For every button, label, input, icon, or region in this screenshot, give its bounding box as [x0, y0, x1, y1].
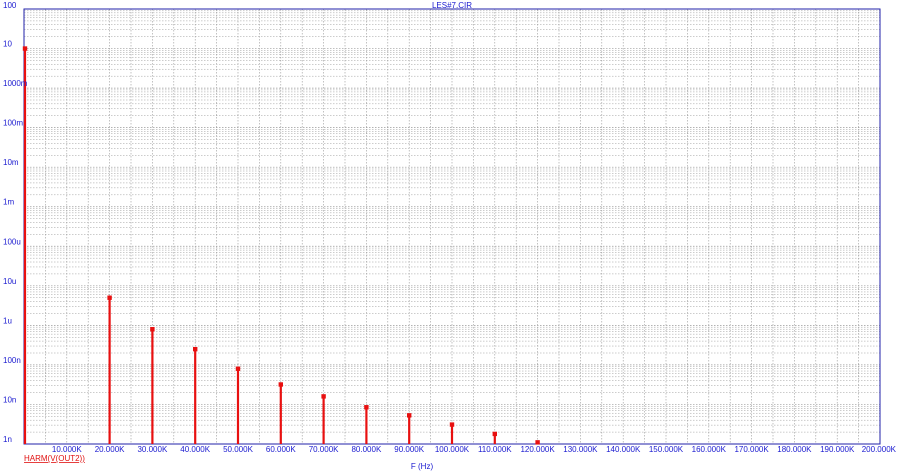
x-tick-label: 160.000K: [692, 445, 727, 454]
legend-series-label[interactable]: HARM(V(OUT2)): [24, 454, 85, 463]
y-tick-label: 1000m: [3, 79, 28, 88]
harmonic-point: [278, 382, 283, 387]
y-tick-label: 10: [3, 40, 12, 49]
x-axis-label: F (Hz): [411, 462, 434, 471]
x-tick-label: 10.000K: [52, 445, 82, 454]
y-tick-label: 100: [3, 1, 17, 10]
x-tick-label: 120.000K: [520, 445, 555, 454]
x-tick-label: 190.000K: [820, 445, 855, 454]
x-tick-label: 130.000K: [563, 445, 598, 454]
harmonic-plot: 100 10 1000m 100m 10m 1m 100u 10u 1u 100n 10n 1n 10…: [3, 1, 897, 471]
y-tick-label: 10m: [3, 158, 19, 167]
x-tick-label: 40.000K: [180, 445, 210, 454]
x-tick-label: 50.000K: [223, 445, 253, 454]
y-tick-label: 1n: [3, 435, 12, 444]
harmonic-point: [535, 440, 540, 445]
y-tick-label: 1m: [3, 198, 14, 207]
y-tick-label: 100u: [3, 237, 21, 246]
x-tick-label: 150.000K: [649, 445, 684, 454]
x-tick-label: 200.000K: [862, 445, 897, 454]
y-tick-label: 100n: [3, 356, 21, 365]
y-tick-label: 100m: [3, 119, 23, 128]
harmonic-point: [150, 326, 155, 332]
x-tick-label: 30.000K: [137, 445, 167, 454]
y-tick-label: 1u: [3, 316, 12, 325]
chart-title: LES#7.CIR: [432, 1, 472, 10]
x-tick-label: 70.000K: [309, 445, 339, 454]
harmonic-point: [364, 405, 369, 410]
harmonic-point: [235, 366, 241, 371]
harmonic-point: [193, 346, 198, 352]
harmonic-point: [321, 394, 326, 399]
x-tick-label: 180.000K: [777, 445, 812, 454]
x-tick-label: 20.000K: [95, 445, 125, 454]
y-tick-label: 10n: [3, 395, 16, 404]
harmonic-point: [449, 422, 455, 427]
harmonic-point: [492, 431, 497, 437]
x-tick-label: 100.000K: [435, 445, 470, 454]
x-tick-label: 110.000K: [478, 445, 512, 454]
y-tick-label: 10u: [3, 277, 16, 286]
x-tick-label: 170.000K: [734, 445, 769, 454]
x-tick-label: 140.000K: [606, 445, 641, 454]
x-tick-label: 90.000K: [394, 445, 424, 454]
harmonic-point: [22, 46, 28, 51]
harmonic-point: [107, 295, 112, 300]
x-tick-label: 60.000K: [266, 445, 296, 454]
x-axis-ticks: 10.000K 20.000K 30.000K 40.000K 50.000K 60.00…: [52, 445, 897, 454]
series-harm-v-out2: [22, 46, 540, 445]
harmonic-point: [407, 413, 412, 418]
x-tick-label: 80.000K: [351, 445, 381, 454]
